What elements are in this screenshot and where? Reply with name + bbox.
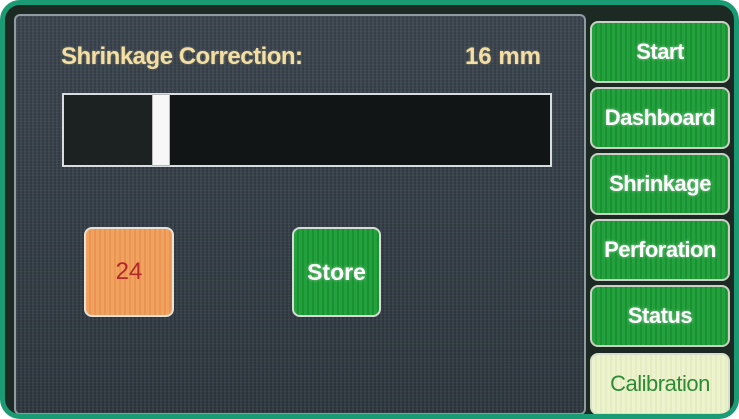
- hmi-frame: Shrinkage Correction: 16 mm 24 Store sto…: [0, 0, 739, 419]
- page-title: Shrinkage Correction:: [61, 43, 303, 70]
- store-button[interactable]: Store: [292, 227, 381, 317]
- main-panel: [14, 14, 586, 414]
- nav-dashboard-button[interactable]: Dashboard: [590, 87, 730, 149]
- counter-display[interactable]: 24: [84, 227, 174, 317]
- shrinkage-slider[interactable]: [62, 93, 552, 167]
- nav-calibration-button[interactable]: Calibration: [590, 353, 730, 414]
- nav-status-button[interactable]: Status: [590, 285, 730, 347]
- slider-track-fill: [64, 95, 162, 165]
- nav-perforation-button[interactable]: Perforation: [590, 219, 730, 281]
- correction-value: 16 mm: [464, 43, 541, 70]
- nav-start-button[interactable]: Start: [590, 21, 730, 83]
- nav-shrinkage-button[interactable]: Shrinkage: [590, 153, 730, 215]
- slider-thumb[interactable]: [152, 94, 171, 166]
